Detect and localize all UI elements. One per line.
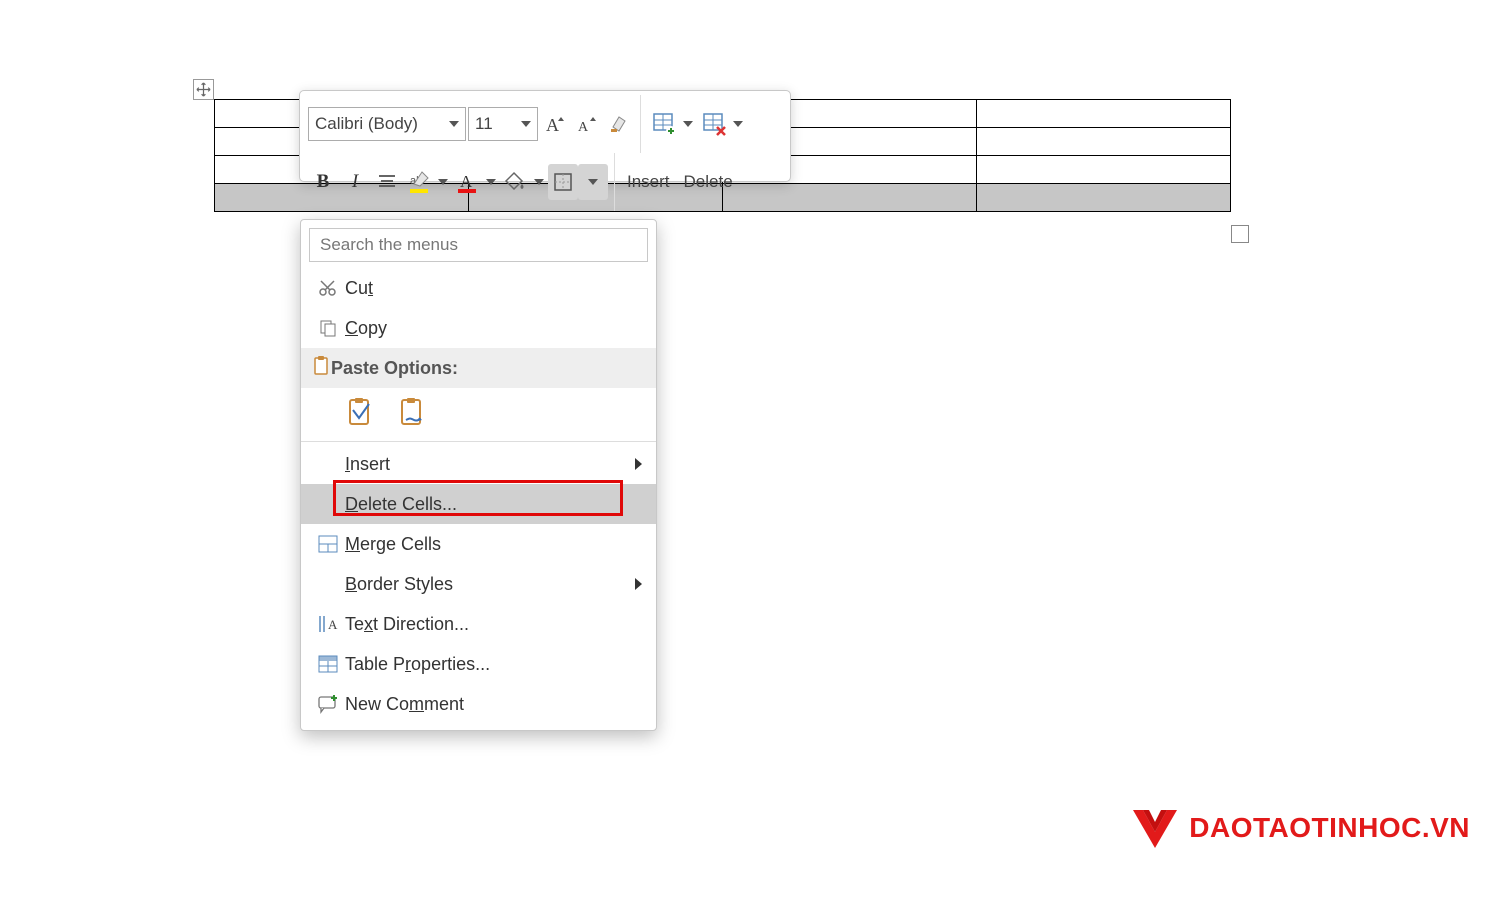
svg-text:A: A — [460, 172, 473, 191]
new-comment-icon — [311, 694, 345, 714]
svg-text:A: A — [546, 115, 559, 135]
font-size-value: 11 — [475, 114, 493, 134]
watermark-text: DAOTAOTINHOC.VN — [1189, 812, 1470, 844]
chevron-down-icon — [588, 179, 598, 185]
menu-label: Border Styles — [345, 574, 656, 595]
page-root: Calibri (Body) 11 A A — [0, 0, 1500, 900]
chevron-down-icon — [733, 121, 743, 127]
font-name-value: Calibri (Body) — [315, 114, 418, 134]
grow-font-button[interactable]: A — [540, 106, 570, 142]
chevron-down-icon — [521, 121, 531, 127]
menu-item-merge-cells[interactable]: Merge Cells — [301, 524, 656, 564]
svg-text:A: A — [328, 617, 338, 632]
shading-split-button[interactable] — [500, 164, 546, 200]
chevron-down-icon — [486, 179, 496, 185]
font-name-combo[interactable]: Calibri (Body) — [308, 107, 466, 141]
format-painter-button[interactable] — [604, 106, 634, 142]
insert-table-split-button[interactable] — [647, 106, 695, 142]
menu-label: Merge Cells — [345, 534, 656, 555]
scissors-icon — [311, 278, 345, 298]
paste-options-header: Paste Options: — [301, 348, 656, 388]
italic-button[interactable]: I — [340, 164, 370, 200]
menu-item-text-direction[interactable]: A Text Direction... — [301, 604, 656, 644]
borders-split-button[interactable] — [548, 164, 608, 200]
align-button[interactable] — [372, 164, 402, 200]
menu-item-insert[interactable]: Insert — [301, 444, 656, 484]
menu-item-table-properties[interactable]: Table Properties... — [301, 644, 656, 684]
menu-label: Delete Cells... — [345, 494, 656, 515]
menu-label: Text Direction... — [345, 614, 656, 635]
menu-label: Paste Options: — [331, 358, 458, 379]
paste-icon — [311, 355, 331, 382]
menu-item-new-comment[interactable]: New Comment — [301, 684, 656, 724]
highlight-split-button[interactable]: ab — [404, 164, 450, 200]
font-color-split-button[interactable]: A — [452, 164, 498, 200]
watermark-logo: DAOTAOTINHOC.VN — [1129, 804, 1470, 852]
menu-label: Table Properties... — [345, 654, 656, 675]
paste-merge-button[interactable] — [397, 396, 427, 433]
copy-icon — [311, 318, 345, 338]
menu-item-cut[interactable]: Cut — [301, 268, 656, 308]
delete-table-split-button[interactable] — [697, 106, 745, 142]
mini-toolbar: Calibri (Body) 11 A A — [299, 90, 791, 182]
bold-button[interactable]: B — [308, 164, 338, 200]
text-direction-icon: A — [311, 614, 345, 634]
merge-cells-icon — [311, 535, 345, 553]
menu-label: Copy — [345, 318, 656, 339]
menu-item-border-styles[interactable]: Border Styles — [301, 564, 656, 604]
font-size-combo[interactable]: 11 — [468, 107, 538, 141]
table-resize-handle-icon[interactable] — [1231, 225, 1249, 243]
menu-label: Insert — [345, 454, 656, 475]
submenu-arrow-icon — [635, 578, 642, 590]
menu-search-input[interactable]: Search the menus — [309, 228, 648, 262]
table-move-handle-icon[interactable] — [193, 79, 214, 100]
chevron-down-icon — [534, 179, 544, 185]
submenu-arrow-icon — [635, 458, 642, 470]
shrink-font-button[interactable]: A — [572, 106, 602, 142]
menu-label: New Comment — [345, 694, 656, 715]
menu-label: Cut — [345, 278, 656, 299]
menu-item-copy[interactable]: Copy — [301, 308, 656, 348]
chevron-down-icon — [683, 121, 693, 127]
menu-item-delete-cells[interactable]: Delete Cells... — [301, 484, 656, 524]
chevron-down-icon — [438, 179, 448, 185]
chevron-down-icon — [449, 121, 459, 127]
insert-button[interactable]: Insert — [621, 164, 676, 200]
context-menu: Search the menus Cut Copy Paste Options:… — [300, 219, 657, 731]
menu-search-placeholder: Search the menus — [320, 235, 458, 255]
paste-options-row — [301, 388, 656, 442]
paste-keep-formatting-button[interactable] — [345, 396, 375, 433]
svg-text:A: A — [578, 120, 589, 135]
delete-button[interactable]: Delete — [678, 164, 739, 200]
table-properties-icon — [311, 655, 345, 673]
